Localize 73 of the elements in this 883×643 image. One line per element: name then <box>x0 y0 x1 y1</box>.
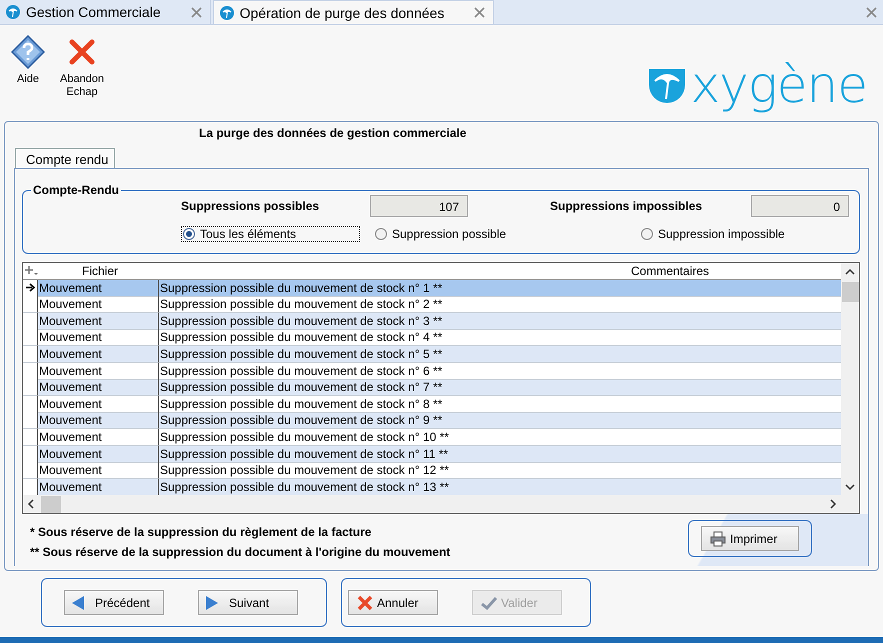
group-title: Compte-Rendu <box>32 183 120 197</box>
radio-option[interactable]: Suppression possible <box>373 226 626 242</box>
check-icon <box>481 596 497 610</box>
chevron-up-icon[interactable] <box>845 268 855 276</box>
row-header-cell[interactable] <box>23 296 38 314</box>
grid-row[interactable]: Mouvement Suppression possible du mouvement de stock n° 5 ** <box>23 346 841 363</box>
footnote: ** Sous réserve de la suppression du document à l'origine du mouvement <box>30 545 450 559</box>
row-header-cell[interactable] <box>23 462 38 480</box>
previous-button[interactable]: Précédent <box>64 590 164 615</box>
chevron-left-icon[interactable] <box>27 499 35 509</box>
table-cell: Suppression possible du mouvement de stock n° 7 ** <box>159 379 841 396</box>
palm-logo-icon <box>6 5 20 19</box>
row-header-cell[interactable] <box>23 379 38 396</box>
grid-row[interactable]: Mouvement Suppression possible du mouvement de stock n° 11 ** <box>23 446 841 462</box>
grid-row[interactable]: Mouvement Suppression possible du mouvement de stock n° 1 ** <box>23 280 841 296</box>
table-cell: Suppression possible du mouvement de stock n° 3 ** <box>159 312 841 330</box>
table-cell: Suppression possible du mouvement de stock n° 1 ** <box>159 280 841 297</box>
horizontal-scrollbar[interactable] <box>23 495 841 513</box>
table-cell: Mouvement <box>38 412 159 430</box>
vertical-scrollbar[interactable] <box>841 263 859 495</box>
close-icon[interactable] <box>474 7 486 18</box>
tab[interactable]: Opération de purge des données <box>212 0 494 24</box>
count-field: 0 <box>751 195 849 217</box>
page-title: La purge des données de gestion commerciale <box>198 125 468 142</box>
row-header-cell[interactable] <box>23 428 38 446</box>
close-icon[interactable] <box>866 6 877 18</box>
palm-logo-icon <box>220 6 234 20</box>
count-field: 107 <box>370 195 468 217</box>
chevron-down-icon[interactable] <box>845 483 855 491</box>
print-button[interactable]: Imprimer <box>701 526 799 551</box>
table-cell: Mouvement <box>38 280 159 297</box>
scrollbar-thumb[interactable] <box>842 282 858 302</box>
toolbar-button[interactable]: Aide <box>8 35 48 86</box>
row-header-cell[interactable] <box>23 312 38 330</box>
footnote: * Sous réserve de la suppression du règlement de la facture <box>30 525 372 539</box>
left-arrow-icon <box>71 594 85 610</box>
table-cell: Mouvement <box>38 346 159 363</box>
next-button[interactable]: Suivant <box>198 590 298 615</box>
add-menu-icon[interactable] <box>24 266 38 276</box>
logo-text: xygène <box>690 55 867 116</box>
cancel-button[interactable]: Annuler <box>348 590 438 615</box>
table-cell: Suppression possible du mouvement de stock n° 5 ** <box>159 346 841 363</box>
help-icon <box>11 35 45 69</box>
close-icon <box>69 39 95 65</box>
radio-option[interactable]: Tous les éléments <box>181 226 360 242</box>
row-header-cell[interactable] <box>23 280 38 297</box>
close-icon <box>357 594 373 610</box>
grid-row[interactable]: Mouvement Suppression possible du mouvement de stock n° 7 ** <box>23 379 841 396</box>
row-header-cell[interactable] <box>23 329 38 346</box>
grid-row[interactable]: Mouvement Suppression possible du mouvement de stock n° 9 ** <box>23 412 841 429</box>
row-header-cell[interactable] <box>23 346 38 363</box>
grid-row[interactable]: Mouvement Suppression possible du mouvement de stock n° 13 ** <box>23 478 841 495</box>
field-label: Suppressions possibles <box>181 199 320 213</box>
row-pointer-icon <box>26 283 36 292</box>
table-cell: Mouvement <box>38 446 159 463</box>
grid-row[interactable]: Mouvement Suppression possible du mouvement de stock n° 3 ** <box>23 312 841 330</box>
field-label: Suppressions impossibles <box>550 199 704 213</box>
scrollbar-thumb[interactable] <box>41 496 61 512</box>
tab[interactable]: Compte rendu <box>15 148 116 168</box>
radio-option[interactable]: Suppression impossible <box>639 226 843 242</box>
table-cell: Suppression possible du mouvement de stock n° 9 ** <box>159 412 841 430</box>
right-arrow-icon <box>205 594 219 610</box>
row-header-cell[interactable] <box>23 412 38 430</box>
toolbar-button[interactable]: Abandon Echap <box>62 35 102 99</box>
table-cell: Suppression possible du mouvement de stock n° 11 ** <box>159 446 841 463</box>
tab[interactable]: Gestion Commerciale <box>0 0 211 24</box>
close-icon[interactable] <box>190 6 202 18</box>
table-cell: Mouvement <box>38 312 159 330</box>
chevron-right-icon[interactable] <box>829 499 837 509</box>
row-header-cell[interactable] <box>23 478 38 495</box>
row-header-cell[interactable] <box>23 446 38 463</box>
table-cell: Mouvement <box>38 379 159 396</box>
printer-icon <box>710 530 726 546</box>
